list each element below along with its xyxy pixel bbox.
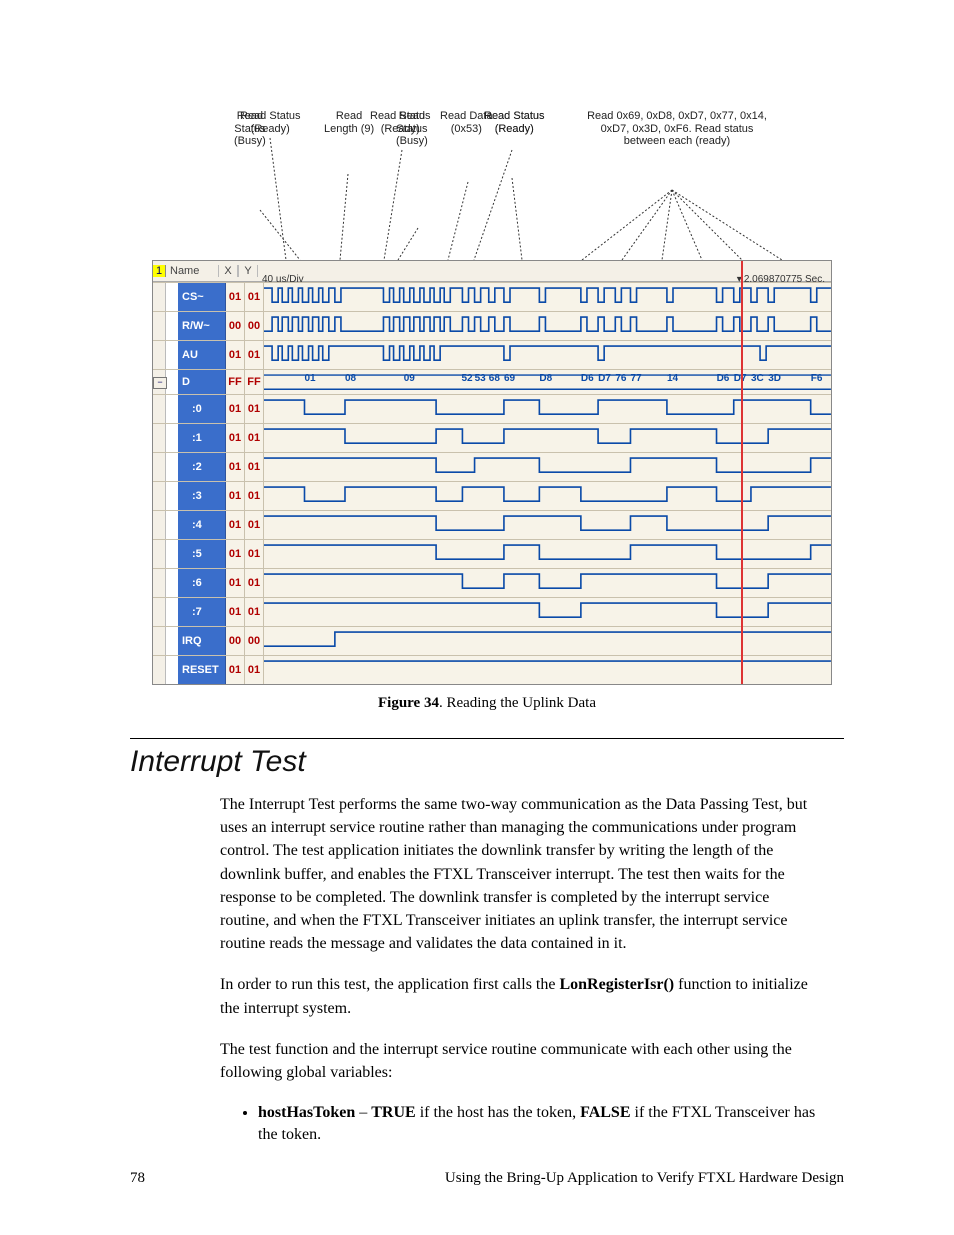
- waveform: [264, 453, 831, 481]
- signal-x: 01: [226, 453, 245, 481]
- waveform: [264, 569, 831, 597]
- la-x-col: X: [218, 265, 238, 277]
- page-footer: 78 Using the Bring-Up Application to Ver…: [130, 1170, 844, 1187]
- signal-row: AU0101: [153, 340, 831, 369]
- signal-name: :2: [178, 453, 226, 481]
- signal-row: :60101: [153, 568, 831, 597]
- signal-row: :50101: [153, 539, 831, 568]
- waveform: [264, 283, 831, 311]
- signal-x: 01: [226, 395, 245, 423]
- signal-y: 01: [245, 283, 264, 311]
- waveform: [264, 482, 831, 510]
- signal-y: 01: [245, 598, 264, 626]
- la-header: 1 Name X Y 40 us/Div 2.069870775 Sec.: [153, 261, 831, 282]
- section-rule: [130, 738, 844, 739]
- la-y-col: Y: [238, 265, 258, 277]
- paragraph-3: The test function and the interrupt serv…: [220, 1038, 815, 1084]
- signal-x: 01: [226, 424, 245, 452]
- signal-x: 01: [226, 283, 245, 311]
- globals-list: hostHasToken – TRUE if the host has the …: [258, 1102, 818, 1147]
- paragraph-2: In order to run this test, the applicati…: [220, 973, 815, 1019]
- signal-x: 01: [226, 598, 245, 626]
- signal-y: 00: [245, 627, 264, 655]
- signal-name: RESET: [178, 656, 226, 684]
- signal-name: :0: [178, 395, 226, 423]
- signal-row: :40101: [153, 510, 831, 539]
- waveform: [264, 627, 831, 655]
- signal-x: 00: [226, 627, 245, 655]
- signal-name: :3: [178, 482, 226, 510]
- list-item: hostHasToken – TRUE if the host has the …: [258, 1102, 818, 1147]
- waveform: [264, 540, 831, 568]
- waveform: [264, 656, 831, 684]
- figure-annotations: Read Status (Ready) Read Status (Busy) R…: [152, 110, 832, 260]
- signal-row: RESET0101: [153, 655, 831, 684]
- signal-y: FF: [245, 370, 264, 394]
- waveform: [264, 341, 831, 369]
- signal-x: 01: [226, 569, 245, 597]
- signal-y: 01: [245, 656, 264, 684]
- signal-name: IRQ: [178, 627, 226, 655]
- signal-x: 01: [226, 511, 245, 539]
- signal-name: :1: [178, 424, 226, 452]
- signal-name: :6: [178, 569, 226, 597]
- signal-name: :7: [178, 598, 226, 626]
- signal-y: 01: [245, 341, 264, 369]
- signal-row: CS~0101: [153, 282, 831, 311]
- figure-caption: Figure 34. Reading the Uplink Data: [130, 695, 844, 712]
- page-number: 78: [130, 1170, 145, 1187]
- leader-lines: [152, 110, 832, 260]
- signal-row: :30101: [153, 481, 831, 510]
- signal-row: R/W~0000: [153, 311, 831, 340]
- logic-analyzer-panel: 1 Name X Y 40 us/Div 2.069870775 Sec. CS…: [152, 260, 832, 685]
- section-heading: Interrupt Test: [130, 745, 844, 779]
- signal-y: 01: [245, 511, 264, 539]
- waveform: [264, 598, 831, 626]
- signal-y: 01: [245, 424, 264, 452]
- waveform: [264, 424, 831, 452]
- signal-row: IRQ0000: [153, 626, 831, 655]
- signal-row: :70101: [153, 597, 831, 626]
- la-channel-index: 1: [153, 265, 166, 277]
- signal-y: 01: [245, 569, 264, 597]
- signal-name: AU: [178, 341, 226, 369]
- signal-y: 01: [245, 482, 264, 510]
- signal-x: 01: [226, 540, 245, 568]
- waveform: [264, 312, 831, 340]
- signal-y: 00: [245, 312, 264, 340]
- signal-name: D: [178, 370, 226, 394]
- signal-name: CS~: [178, 283, 226, 311]
- la-name-col: Name: [166, 265, 218, 277]
- signal-row: :10101: [153, 423, 831, 452]
- signal-y: 01: [245, 395, 264, 423]
- signal-y: 01: [245, 540, 264, 568]
- waveform: [264, 511, 831, 539]
- logic-analyzer-figure: Read Status (Ready) Read Status (Busy) R…: [152, 110, 832, 685]
- signal-row: :20101: [153, 452, 831, 481]
- signal-x: 00: [226, 312, 245, 340]
- signal-x: 01: [226, 656, 245, 684]
- waveform: [264, 395, 831, 423]
- signal-row: −DFFFF01080952536869D8D6D7767714D6D73C3D…: [153, 369, 831, 394]
- signal-x: FF: [226, 370, 245, 394]
- signal-y: 01: [245, 453, 264, 481]
- signal-row: :00101: [153, 394, 831, 423]
- signal-x: 01: [226, 482, 245, 510]
- paragraph-1: The Interrupt Test performs the same two…: [220, 793, 815, 955]
- signal-name: :4: [178, 511, 226, 539]
- signal-name: :5: [178, 540, 226, 568]
- signal-name: R/W~: [178, 312, 226, 340]
- footer-title: Using the Bring-Up Application to Verify…: [445, 1170, 844, 1187]
- signal-x: 01: [226, 341, 245, 369]
- waveform: 01080952536869D8D6D7767714D6D73C3DF6: [264, 370, 831, 394]
